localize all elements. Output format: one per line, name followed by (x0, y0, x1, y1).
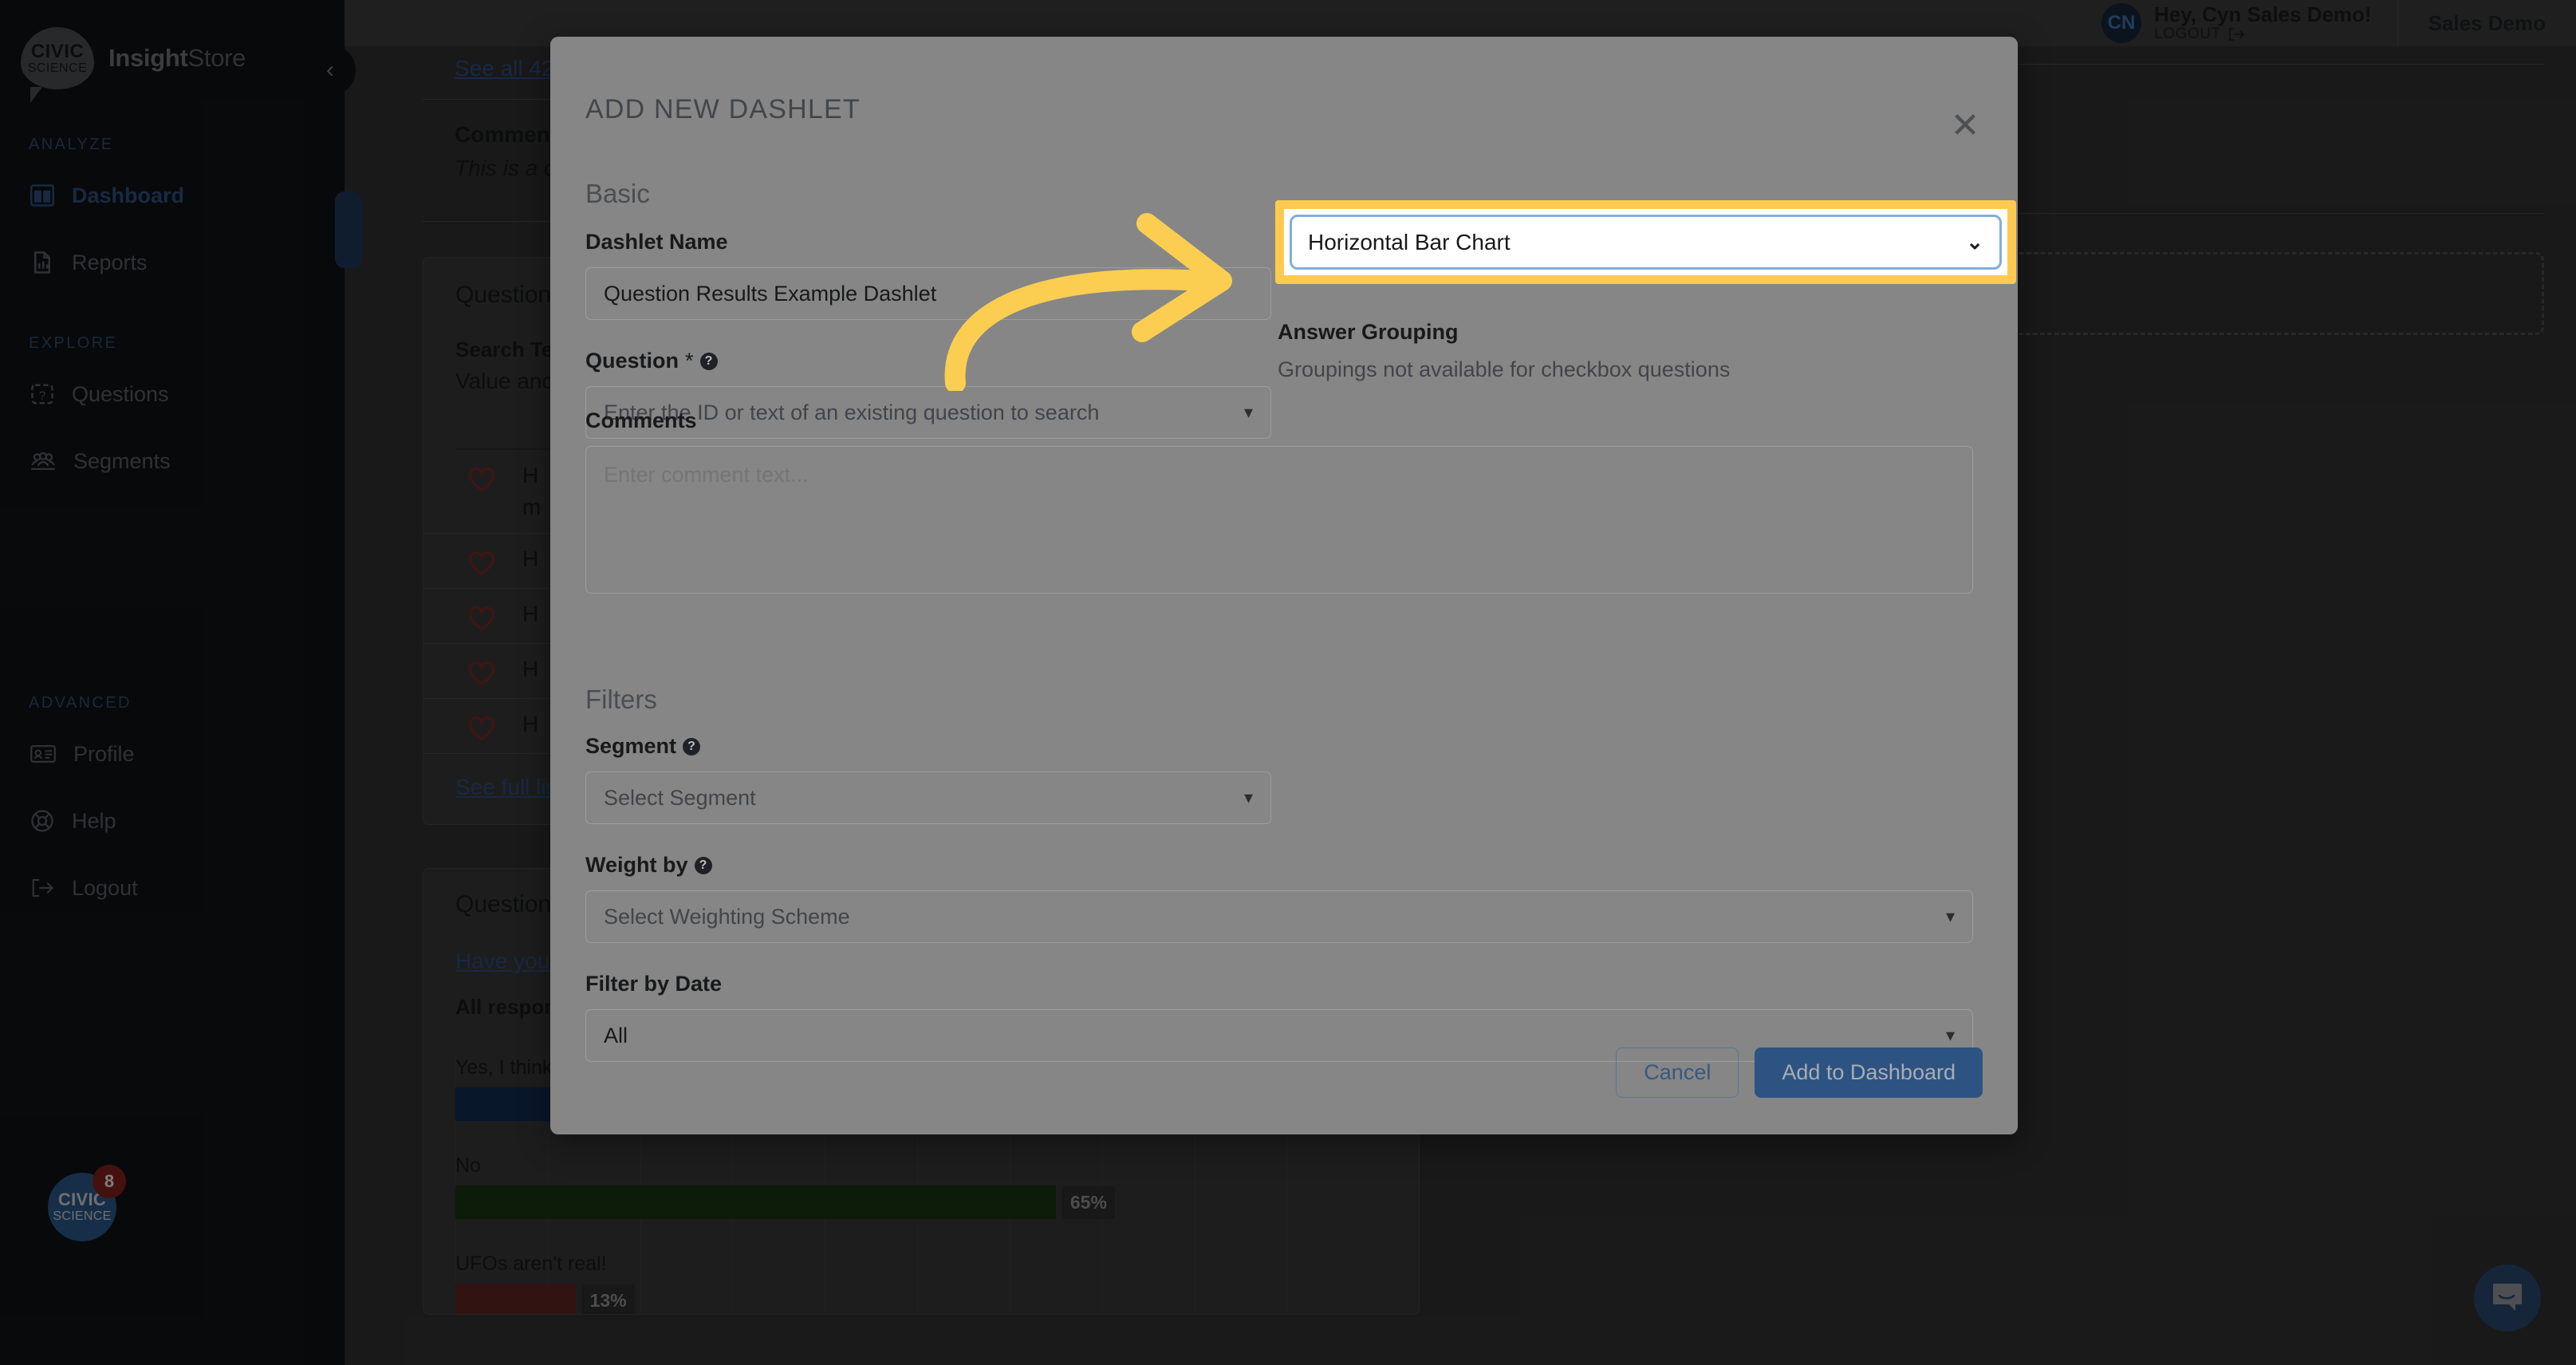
modal-actions: Cancel Add to Dashboard (1616, 1047, 1983, 1098)
highlight-inner: Horizontal Bar Chart ⌄ (1284, 209, 2007, 275)
cancel-button[interactable]: Cancel (1616, 1047, 1739, 1098)
modal-comments-block: Comments (585, 408, 1973, 598)
help-icon[interactable]: ? (683, 738, 700, 755)
dashlet-name-label: Dashlet Name (585, 230, 1271, 254)
filters-section-heading: Filters (585, 684, 1973, 715)
required-asterisk: * (685, 349, 694, 373)
filter-by-date-value: All (604, 1024, 628, 1048)
help-icon[interactable]: ? (700, 353, 718, 370)
answer-grouping-note: Groupings not available for checkbox que… (1278, 357, 1971, 382)
chevron-down-icon: ▾ (1946, 906, 1955, 927)
comments-label: Comments (585, 408, 1973, 433)
segment-label-text: Segment (585, 734, 676, 759)
answer-grouping-label: Answer Grouping (1278, 320, 1971, 345)
segment-placeholder: Select Segment (604, 786, 756, 811)
modal-title: ADD NEW DASHLET (585, 94, 861, 125)
weight-by-placeholder: Select Weighting Scheme (604, 905, 850, 929)
chevron-down-icon: ⌄ (1966, 230, 1983, 254)
comments-textarea[interactable] (585, 446, 1973, 594)
segment-label: Segment ? (585, 734, 1973, 759)
highlight-box: Horizontal Bar Chart ⌄ (1275, 200, 2016, 284)
weight-by-label: Weight by ? (585, 853, 1973, 878)
close-icon[interactable]: ✕ (1944, 105, 1986, 147)
chevron-down-icon: ▾ (1946, 1025, 1955, 1046)
add-to-dashboard-button[interactable]: Add to Dashboard (1755, 1047, 1983, 1098)
question-label: Question * ? (585, 349, 1271, 373)
question-label-text: Question (585, 349, 679, 373)
filter-by-date-label: Filter by Date (585, 972, 1973, 996)
help-icon[interactable]: ? (695, 857, 712, 874)
chart-mode-value: Horizontal Bar Chart (1308, 230, 1511, 255)
weight-by-label-text: Weight by (585, 853, 688, 878)
dashlet-name-input[interactable] (585, 267, 1271, 320)
weighting-scheme-select[interactable]: Select Weighting Scheme ▾ (585, 890, 1973, 943)
chevron-down-icon: ▾ (1244, 787, 1253, 808)
basic-section-heading: Basic (585, 179, 650, 209)
modal-filters-block: Filters Segment ? Select Segment ▾ Weigh… (585, 684, 1973, 1062)
chart-mode-select[interactable]: Horizontal Bar Chart ⌄ (1290, 215, 2002, 270)
segment-select[interactable]: Select Segment ▾ (585, 771, 1271, 824)
modal-left-column: Dashlet Name Question * ? Enter the ID o… (585, 230, 1271, 439)
